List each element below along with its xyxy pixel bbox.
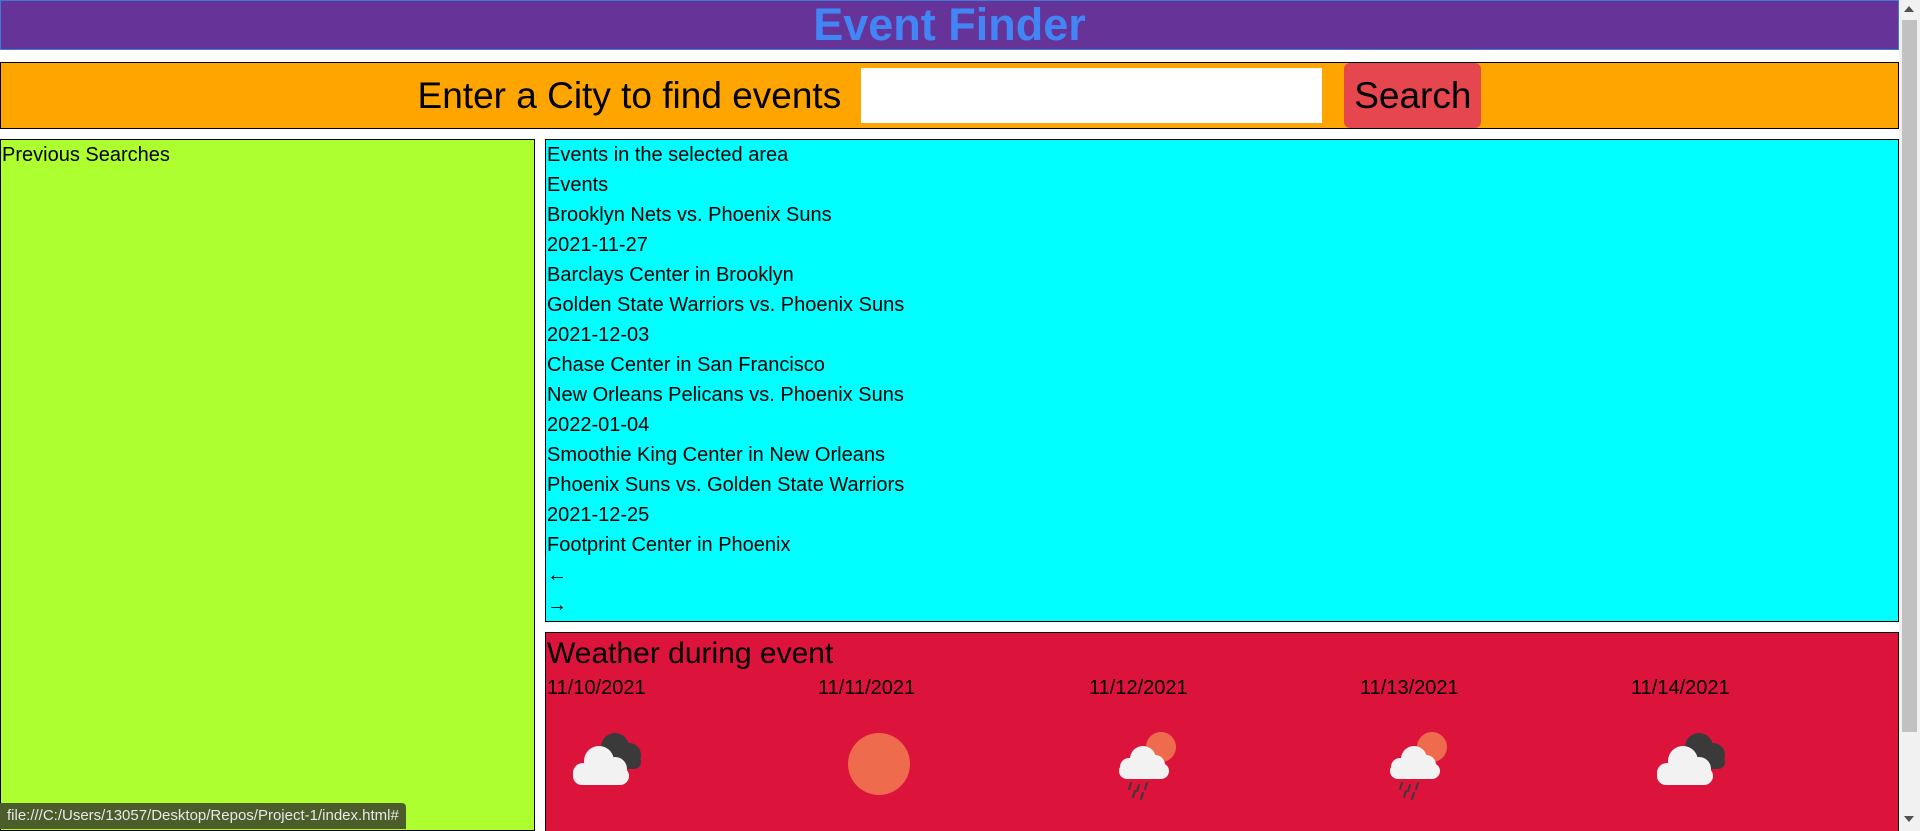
- city-search-input[interactable]: [861, 68, 1323, 123]
- rain-icon: [1390, 732, 1447, 800]
- events-panel-title: Events in the selected area: [547, 144, 789, 166]
- event-name: Brooklyn Nets vs. Phoenix Suns: [547, 204, 832, 226]
- previous-page-arrow[interactable]: ←: [547, 564, 1898, 594]
- app-title: Event Finder: [813, 0, 1086, 50]
- status-bar-url: file:///C:/Users/13057/Desktop/Repos/Pro…: [0, 803, 406, 829]
- scrollbar-thumb[interactable]: [1902, 20, 1917, 732]
- weather-day: 11/13/2021: [1360, 677, 1560, 800]
- search-label: Enter a City to find events: [417, 74, 842, 116]
- weather-panel: Weather during event 11/10/2021 11/11/20…: [545, 632, 1899, 831]
- weather-date: 11/14/2021: [1631, 677, 1730, 699]
- event-date: 2021-12-03: [547, 324, 650, 346]
- weather-date: 11/13/2021: [1360, 677, 1459, 699]
- broken-clouds-icon: [573, 733, 641, 785]
- weather-day: 11/10/2021: [547, 677, 747, 785]
- previous-searches-panel: Previous Searches: [0, 139, 535, 831]
- weather-title: Weather during event: [547, 637, 834, 670]
- weather-date: 11/12/2021: [1089, 677, 1188, 699]
- broken-clouds-icon: [1657, 733, 1725, 785]
- event-venue: Barclays Center in Brooklyn: [547, 264, 794, 286]
- vertical-scrollbar[interactable]: [1899, 0, 1920, 831]
- clear-sky-icon: [848, 733, 910, 795]
- event-date: 2021-12-25: [547, 504, 650, 526]
- events-panel: Events in the selected area Events Brook…: [545, 139, 1899, 622]
- events-heading: Events: [547, 174, 609, 196]
- next-page-arrow[interactable]: →: [547, 594, 1898, 624]
- event-venue: Smoothie King Center in New Orleans: [547, 444, 885, 466]
- scroll-up-icon[interactable]: [1904, 6, 1914, 12]
- event-item: Phoenix Suns vs. Golden State Warriors 2…: [547, 474, 1898, 564]
- event-venue: Footprint Center in Phoenix: [547, 534, 791, 556]
- event-name: New Orleans Pelicans vs. Phoenix Suns: [547, 384, 904, 406]
- event-item: New Orleans Pelicans vs. Phoenix Suns 20…: [547, 384, 1898, 474]
- event-item: Golden State Warriors vs. Phoenix Suns 2…: [547, 294, 1898, 384]
- search-bar: Enter a City to find events Search: [0, 62, 1899, 129]
- event-date: 2021-11-27: [547, 234, 648, 256]
- previous-searches-title: Previous Searches: [2, 144, 170, 166]
- weather-day: 11/11/2021: [818, 677, 1018, 795]
- search-button[interactable]: Search: [1344, 63, 1482, 128]
- weather-day: 11/12/2021: [1089, 677, 1289, 800]
- header: Event Finder: [0, 0, 1899, 50]
- rain-icon: [1119, 732, 1176, 800]
- weather-date: 11/10/2021: [547, 677, 646, 699]
- event-item: Brooklyn Nets vs. Phoenix Suns 2021-11-2…: [547, 204, 1898, 294]
- event-name: Golden State Warriors vs. Phoenix Suns: [547, 294, 905, 316]
- event-venue: Chase Center in San Francisco: [547, 354, 825, 376]
- weather-day: 11/14/2021: [1631, 677, 1831, 785]
- scroll-down-icon[interactable]: [1904, 816, 1914, 822]
- weather-date: 11/11/2021: [818, 677, 916, 699]
- event-name: Phoenix Suns vs. Golden State Warriors: [547, 474, 905, 496]
- event-date: 2022-01-04: [547, 414, 650, 436]
